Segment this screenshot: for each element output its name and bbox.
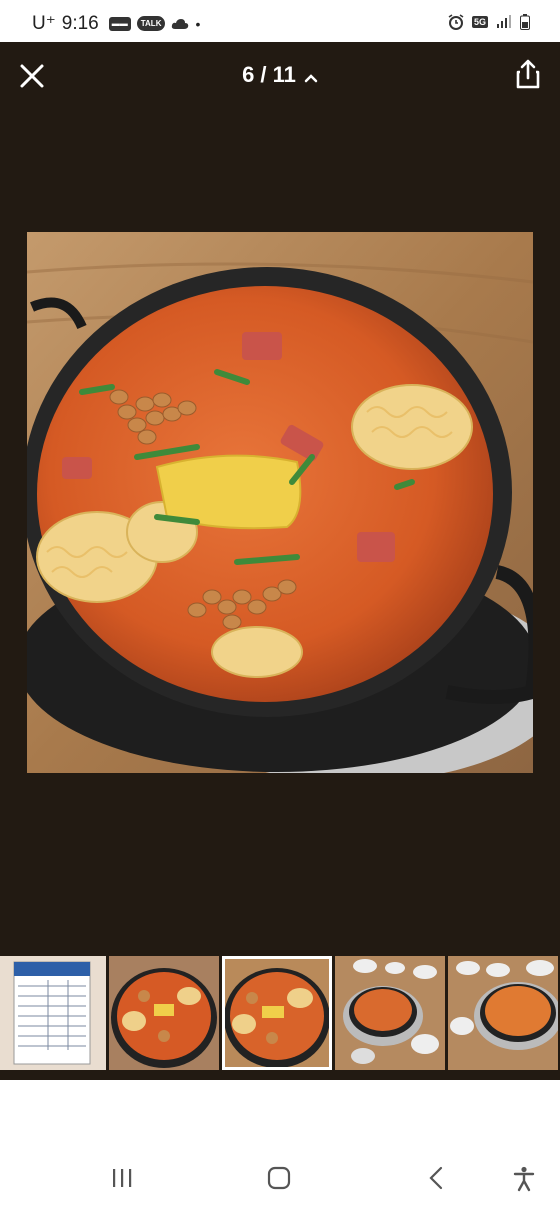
sms-icon: ▬▬ <box>108 16 131 31</box>
image-viewer: 6 / 11 <box>0 42 560 1080</box>
main-photo[interactable] <box>27 232 533 773</box>
status-bar: U⁺ 9:16 ▬▬ TALK • 5G <box>0 0 560 44</box>
stew-pot-image <box>222 956 332 1070</box>
stew-photo <box>27 232 533 773</box>
share-icon <box>516 59 540 89</box>
cloud-icon <box>172 18 189 29</box>
status-time: 9:16 <box>61 12 99 34</box>
recent-apps-button[interactable] <box>110 1166 134 1195</box>
home-button[interactable] <box>267 1166 291 1195</box>
back-button[interactable] <box>425 1166 449 1195</box>
signal-icon <box>497 15 511 28</box>
chevron-up-icon <box>304 63 318 89</box>
stew-pot-image <box>109 956 219 1070</box>
dot-icon: • <box>195 15 201 32</box>
back-icon <box>429 1166 443 1190</box>
status-left: U⁺ 9:16 ▬▬ TALK • <box>32 12 200 35</box>
thumbnail-table-1[interactable] <box>335 956 445 1070</box>
menu-board-image <box>0 956 106 1070</box>
table-setting-image <box>335 956 445 1070</box>
alarm-icon <box>448 14 464 30</box>
battery-icon <box>520 14 530 30</box>
carrier-label: U⁺ <box>32 13 56 34</box>
accessibility-icon <box>513 1166 535 1192</box>
recent-apps-icon <box>113 1169 132 1187</box>
thumbnail-table-2[interactable] <box>448 956 558 1070</box>
home-icon <box>267 1166 291 1190</box>
status-right: 5G <box>448 14 530 30</box>
photo-counter[interactable]: 6 / 11 <box>0 62 560 89</box>
navigation-bar <box>0 1146 560 1213</box>
share-button[interactable] <box>514 58 542 90</box>
table-setting-image <box>448 956 558 1070</box>
network-label: 5G <box>471 16 488 28</box>
photo-counter-label: 6 / 11 <box>242 62 296 87</box>
thumbnail-stew-1[interactable] <box>109 956 219 1070</box>
viewer-top-bar: 6 / 11 <box>0 42 560 108</box>
thumbnail-stew-2[interactable] <box>222 956 332 1070</box>
thumbnail-menu[interactable] <box>0 956 106 1070</box>
thumbnail-strip <box>0 956 560 1070</box>
kakaotalk-icon: TALK <box>136 16 166 31</box>
accessibility-button[interactable] <box>512 1166 536 1197</box>
